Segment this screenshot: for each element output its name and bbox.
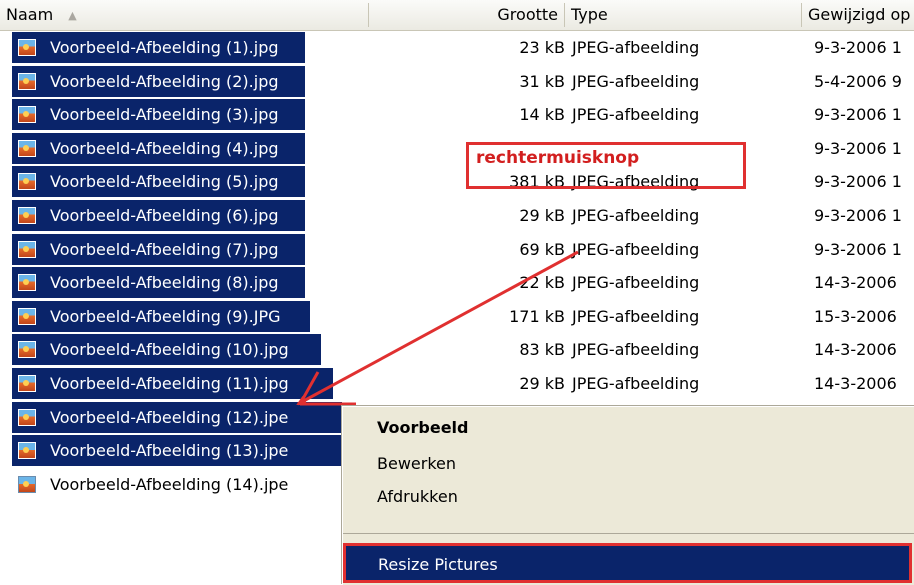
file-name: Voorbeeld-Afbeelding (6).jpg [50,206,279,225]
file-name: Voorbeeld-Afbeelding (5).jpg [50,172,279,192]
file-modified: 9-3-2006 1 [814,206,902,225]
file-size: 14 kB [519,105,565,125]
column-header-type[interactable]: Type [565,0,801,30]
file-size: 31 kB [519,71,565,91]
jpeg-image-icon [18,39,36,56]
context-menu: Voorbeeld Bewerken Afdrukken Resize Pict… [342,406,914,585]
file-name: Voorbeeld-Afbeelding (14).jpe [50,474,289,494]
file-row[interactable]: Voorbeeld-Afbeelding (11).jpg 29 kB JPEG-a… [0,368,914,399]
jpeg-image-icon [18,341,36,359]
file-name: Voorbeeld-Afbeelding (4).jpg [50,138,279,158]
column-header-type-label: Type [571,5,608,24]
column-header-name[interactable]: Naam ▲ [0,0,368,30]
jpeg-image-icon [18,307,36,325]
file-name: Voorbeeld-Afbeelding (2).jpg [50,71,279,91]
file-type: JPEG-afbeelding [572,38,700,57]
file-type: JPEG-afbeelding [572,71,700,91]
file-name: Voorbeeld-Afbeelding (12).jpe [50,407,289,427]
jpeg-image-icon [18,475,36,493]
column-header-size[interactable]: Grootte [369,0,564,30]
file-size: 22 kB [519,273,565,293]
file-type: JPEG-afbeelding [572,273,700,293]
file-type: JPEG-afbeelding [572,340,700,360]
file-row[interactable]: Voorbeeld-Afbeelding (9).JPG 171 kB JPEG-a… [0,300,914,332]
file-row[interactable]: Voorbeeld-Afbeelding (7).jpg 69 kB JPEG-af… [0,233,914,265]
menu-separator [343,533,914,534]
file-name: Voorbeeld-Afbeelding (10).jpg [50,340,289,360]
file-row[interactable]: Voorbeeld-Afbeelding (6).jpg 29 kB JPEG-af… [0,200,914,231]
column-header-name-label: Naam [6,5,54,24]
file-modified: 14-3-2006 [814,374,897,393]
column-header-size-label: Grootte [497,5,558,24]
file-modified: 9-3-2006 1 [814,38,902,57]
file-size: 29 kB [519,206,565,225]
jpeg-image-icon [18,72,36,90]
column-header-modified[interactable]: Gewijzigd op [802,0,914,30]
file-modified: 9-3-2006 1 [814,138,902,158]
file-size: 23 kB [519,38,565,57]
jpeg-image-icon [18,173,36,191]
file-modified: 14-3-2006 [814,273,897,293]
jpeg-image-icon [18,139,36,157]
jpeg-image-icon [18,106,36,124]
file-type: JPEG-afbeelding [572,239,700,259]
file-modified: 9-3-2006 1 [814,172,902,192]
sort-ascending-icon: ▲ [68,9,77,22]
file-name: Voorbeeld-Afbeelding (9).JPG [50,306,281,326]
file-size: 171 kB [509,306,565,326]
file-row[interactable]: Voorbeeld-Afbeelding (3).jpg 14 kB JPEG-af… [0,99,914,131]
jpeg-image-icon [18,408,36,426]
file-row[interactable]: Voorbeeld-Afbeelding (10).jpg 83 kB JPEG-a… [0,334,914,366]
file-row[interactable]: Voorbeeld-Afbeelding (4).jpg 9-3-2006 1 [0,132,914,164]
column-header-bar: Naam ▲ Grootte Type Gewijzigd op [0,0,914,31]
jpeg-image-icon [18,274,36,292]
file-size: 29 kB [519,374,565,393]
menu-item-resize-pictures-label: Resize Pictures [378,555,498,574]
file-name: Voorbeeld-Afbeelding (3).jpg [50,105,279,125]
file-row[interactable]: Voorbeeld-Afbeelding (8).jpg 22 kB JPEG-af… [0,267,914,299]
file-name: Voorbeeld-Afbeelding (7).jpg [50,239,279,259]
file-type: JPEG-afbeelding [572,206,700,225]
file-modified: 14-3-2006 [814,340,897,360]
file-modified: 9-3-2006 1 [814,105,902,125]
file-modified: 5-4-2006 9 [814,71,902,91]
jpeg-image-icon [18,442,36,460]
menu-item-afdrukken[interactable]: Afdrukken [377,485,458,509]
file-modified: 15-3-2006 [814,306,897,326]
file-row[interactable]: Voorbeeld-Afbeelding (1).jpg 23 kB JPEG-af… [0,32,914,63]
file-name: Voorbeeld-Afbeelding (1).jpg [50,38,279,57]
file-type: JPEG-afbeelding [572,105,700,125]
column-header-modified-label: Gewijzigd op [808,5,911,24]
menu-item-voorbeeld[interactable]: Voorbeeld [377,416,468,440]
file-modified: 9-3-2006 1 [814,239,902,259]
file-row[interactable]: Voorbeeld-Afbeelding (5).jpg 381 kB JPEG-a… [0,166,914,198]
annotation-label: rechtermuisknop [474,145,646,171]
jpeg-image-icon [18,207,36,224]
menu-item-bewerken[interactable]: Bewerken [377,452,456,476]
file-type: JPEG-afbeelding [572,374,700,393]
file-name: Voorbeeld-Afbeelding (13).jpe [50,441,289,461]
file-name: Voorbeeld-Afbeelding (11).jpg [50,374,289,393]
file-name: Voorbeeld-Afbeelding (8).jpg [50,273,279,293]
jpeg-image-icon [18,240,36,258]
menu-item-resize-pictures[interactable]: Resize Pictures [343,543,912,583]
file-row[interactable]: Voorbeeld-Afbeelding (2).jpg 31 kB JPEG-af… [0,65,914,97]
jpeg-image-icon [18,375,36,392]
file-type: JPEG-afbeelding [572,306,700,326]
file-size: 83 kB [519,340,565,360]
file-size: 69 kB [519,239,565,259]
